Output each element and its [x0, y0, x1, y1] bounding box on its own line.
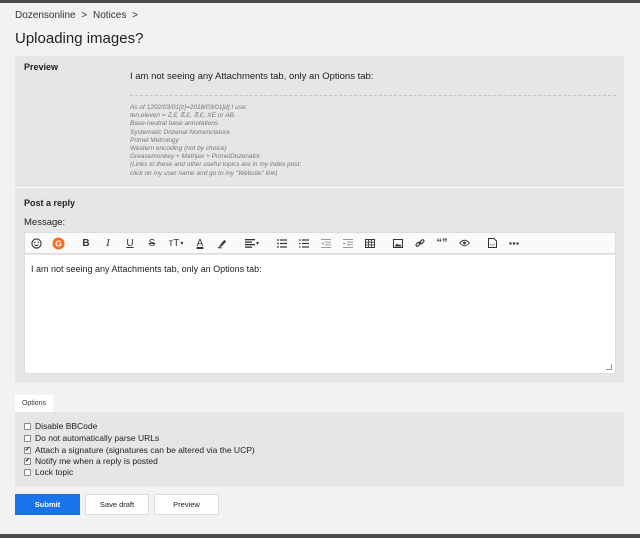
bold-button[interactable]: B: [75, 233, 97, 253]
indent-icon[interactable]: [337, 233, 359, 253]
checkbox[interactable]: [24, 434, 31, 442]
message-label: Message:: [24, 217, 66, 228]
more-icon[interactable]: [503, 233, 525, 253]
bottom-bar: [0, 534, 640, 538]
post-reply-heading: Post a reply: [24, 198, 76, 208]
option-label: Notify me when a reply is posted: [35, 456, 158, 466]
svg-text:</>: </>: [489, 242, 495, 247]
option-disable-url-parse[interactable]: Do not automatically parse URLs: [24, 433, 159, 443]
checkbox-checked[interactable]: ✔: [24, 457, 31, 465]
font-color-glyph: A: [196, 237, 204, 249]
option-label: Disable BBCode: [35, 421, 98, 431]
option-disable-bbcode[interactable]: Disable BBCode: [24, 421, 97, 431]
table-icon[interactable]: [359, 233, 381, 253]
bold-glyph: B: [82, 237, 90, 249]
italic-button[interactable]: I: [97, 233, 119, 253]
signature-line[interactable]: Base-neutral base annotations: [130, 120, 301, 128]
strikethrough-button[interactable]: S: [141, 233, 163, 253]
image-icon[interactable]: [387, 233, 409, 253]
save-draft-button[interactable]: Save draft: [85, 494, 149, 515]
page-title: Uploading images?: [15, 30, 144, 47]
resize-grip-icon[interactable]: [606, 364, 612, 370]
bullet-list-icon[interactable]: [271, 233, 293, 253]
breadcrumb-separator: >: [132, 10, 138, 21]
italic-glyph: I: [106, 237, 110, 249]
top-bar: [0, 0, 640, 3]
signature-line[interactable]: Systematic Dozenal Nomenclature: [130, 129, 301, 137]
grammarly-icon[interactable]: G: [47, 233, 69, 253]
checkbox-checked[interactable]: ✔: [24, 446, 31, 454]
link-icon[interactable]: [409, 233, 431, 253]
chevron-down-icon: ▾: [180, 240, 184, 247]
option-notify-reply[interactable]: ✔ Notify me when a reply is posted: [24, 456, 158, 466]
source-code-icon[interactable]: </>: [481, 233, 503, 253]
align-icon[interactable]: ▾: [239, 233, 265, 253]
highlighter-icon[interactable]: [211, 233, 233, 253]
option-label: Attach a signature (signatures can be al…: [35, 445, 255, 455]
chevron-down-icon: ▾: [255, 240, 259, 247]
numbered-list-icon[interactable]: [293, 233, 315, 253]
font-size-button[interactable]: тT ▾: [163, 233, 189, 253]
underline-glyph: U: [126, 237, 134, 249]
quote-button[interactable]: “”: [431, 233, 453, 253]
quote-glyph: “”: [436, 237, 448, 249]
outdent-icon[interactable]: [315, 233, 337, 253]
checkbox[interactable]: [24, 422, 31, 430]
signature: As of 1202/03/01[z]=2018/03/01[d] I use:…: [130, 104, 301, 178]
signature-separator: [130, 95, 616, 96]
emoji-icon[interactable]: [25, 233, 47, 253]
font-size-glyph: тT: [168, 237, 180, 249]
preview-button[interactable]: Preview: [154, 494, 219, 515]
option-lock-topic[interactable]: Lock topic: [24, 467, 73, 477]
signature-line[interactable]: Primel Metrology: [130, 137, 301, 145]
message-text[interactable]: I am not seeing any Attachments tab, onl…: [31, 264, 262, 274]
breadcrumb-item-notices[interactable]: Notices: [93, 10, 126, 21]
message-editor[interactable]: I am not seeing any Attachments tab, onl…: [24, 255, 616, 374]
breadcrumb-separator: >: [81, 10, 88, 21]
breadcrumb-item-dozensonline[interactable]: Dozensonline: [15, 10, 76, 21]
option-label: Lock topic: [35, 467, 74, 477]
signature-line: Greasemonkey + Mathjax + PrimelDozenator: [130, 153, 261, 161]
svg-text:G: G: [55, 238, 62, 248]
checkbox[interactable]: [24, 468, 31, 476]
section-divider: [15, 187, 624, 188]
spoiler-eye-icon[interactable]: [453, 233, 475, 253]
editor-toolbar: G B I U S тT ▾ A ▾ “” </>: [24, 232, 616, 254]
signature-line: click on my user name and go to my "Webs…: [130, 169, 278, 177]
signature-line: (Links to these and other useful topics …: [130, 161, 302, 169]
breadcrumb: Dozensonline > Notices >: [15, 10, 141, 21]
preview-label: Preview: [24, 62, 59, 72]
preview-text: I am not seeing any Attachments tab, onl…: [130, 71, 374, 82]
option-label: Do not automatically parse URLs: [35, 433, 160, 443]
signature-line: ten,eleven = ↊,↋, ᘔ,Ɛ, ᘔ,Ɛ, XE or AB.: [130, 112, 236, 120]
signature-line: As of 1202/03/01[z]=2018/03/01[d] I use:: [130, 104, 248, 111]
signature-line: Western encoding (not by choice): [130, 145, 227, 153]
option-attach-signature[interactable]: ✔ Attach a signature (signatures can be …: [24, 445, 255, 455]
strike-glyph: S: [148, 237, 156, 249]
tab-options[interactable]: Options: [15, 395, 53, 412]
submit-button[interactable]: Submit: [15, 494, 80, 515]
underline-button[interactable]: U: [119, 233, 141, 253]
font-color-button[interactable]: A: [189, 233, 211, 253]
